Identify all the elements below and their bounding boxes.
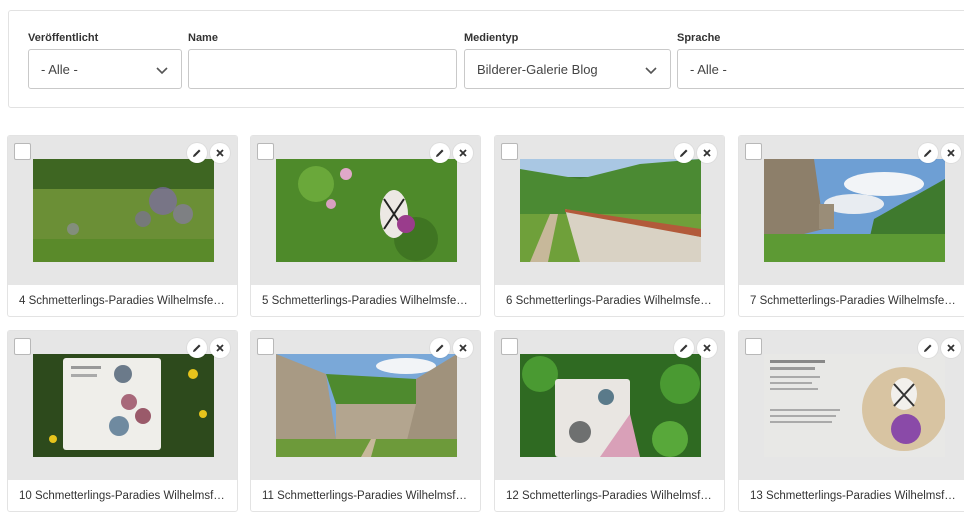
- media-type-value: Bilderer-Galerie Blog: [477, 61, 598, 77]
- meadow-image: [33, 159, 214, 262]
- delete-button[interactable]: [210, 143, 230, 163]
- delete-button[interactable]: [941, 143, 961, 163]
- edit-button[interactable]: [674, 143, 694, 163]
- media-thumbnail[interactable]: [33, 354, 214, 457]
- path-wall-image: [520, 159, 701, 262]
- media-card[interactable]: 13 Schmetterlings-Paradies Wilhelmsfe...: [738, 330, 964, 512]
- close-icon: [947, 149, 955, 157]
- delete-button[interactable]: [210, 338, 230, 358]
- published-value: - Alle -: [41, 61, 78, 77]
- media-thumbnail[interactable]: [520, 354, 701, 457]
- pencil-icon: [924, 149, 932, 157]
- published-label: Veröffentlicht: [28, 32, 99, 44]
- delete-button[interactable]: [697, 143, 717, 163]
- delete-button[interactable]: [697, 338, 717, 358]
- media-type-filter: Medientyp Bilderer-Galerie Blog: [464, 31, 671, 89]
- media-caption: 13 Schmetterlings-Paradies Wilhelmsfe...: [750, 490, 961, 502]
- media-thumbnail[interactable]: [764, 159, 945, 262]
- pencil-icon: [924, 344, 932, 352]
- pencil-icon: [436, 149, 444, 157]
- close-icon: [459, 149, 467, 157]
- edit-button[interactable]: [430, 143, 450, 163]
- edit-button[interactable]: [187, 143, 207, 163]
- published-select[interactable]: - Alle -: [28, 49, 182, 89]
- butterfly-image: [276, 159, 457, 262]
- edit-button[interactable]: [918, 143, 938, 163]
- media-card[interactable]: 12 Schmetterlings-Paradies Wilhelmsfe...: [494, 330, 725, 512]
- media-caption: 12 Schmetterlings-Paradies Wilhelmsfe...: [506, 490, 717, 502]
- media-caption: 11 Schmetterlings-Paradies Wilhelmsfe...: [262, 490, 472, 502]
- media-type-select[interactable]: Bilderer-Galerie Blog: [464, 49, 671, 89]
- select-checkbox[interactable]: [14, 143, 31, 160]
- delete-button[interactable]: [453, 143, 473, 163]
- media-card[interactable]: 6 Schmetterlings-Paradies Wilhelmsfes...: [494, 135, 725, 317]
- published-filter: Veröffentlicht - Alle -: [28, 31, 182, 89]
- media-thumbnail[interactable]: [520, 159, 701, 262]
- pencil-icon: [680, 344, 688, 352]
- edit-button[interactable]: [187, 338, 207, 358]
- language-filter: Sprache - Alle -: [677, 31, 964, 89]
- pencil-icon: [193, 344, 201, 352]
- board-leaves-image: [520, 354, 701, 457]
- close-icon: [947, 344, 955, 352]
- media-caption: 4 Schmetterlings-Paradies Wilhelmsfes...: [19, 295, 229, 307]
- close-icon: [459, 344, 467, 352]
- media-caption: 5 Schmetterlings-Paradies Wilhelmsfes...: [262, 295, 472, 307]
- select-checkbox[interactable]: [501, 143, 518, 160]
- chevron-down-icon: [156, 67, 168, 75]
- pencil-icon: [680, 149, 688, 157]
- language-label: Sprache: [677, 32, 721, 44]
- edit-button[interactable]: [674, 338, 694, 358]
- select-checkbox[interactable]: [257, 143, 274, 160]
- filter-panel: Veröffentlicht - Alle - Name Medientyp B…: [8, 10, 964, 108]
- close-icon: [216, 149, 224, 157]
- name-input[interactable]: [201, 50, 444, 88]
- select-checkbox[interactable]: [257, 338, 274, 355]
- media-card[interactable]: 4 Schmetterlings-Paradies Wilhelmsfes...: [7, 135, 238, 317]
- media-type-label: Medientyp: [464, 32, 519, 44]
- media-caption: 6 Schmetterlings-Paradies Wilhelmsfes...: [506, 295, 716, 307]
- fortress-image: [764, 159, 945, 262]
- media-caption: 10 Schmetterlings-Paradies Wilhelmsfe...: [19, 490, 230, 502]
- close-icon: [703, 149, 711, 157]
- select-checkbox[interactable]: [501, 338, 518, 355]
- edit-button[interactable]: [918, 338, 938, 358]
- select-checkbox[interactable]: [745, 143, 762, 160]
- media-thumbnail[interactable]: [276, 159, 457, 262]
- media-thumbnail[interactable]: [33, 159, 214, 262]
- chevron-down-icon: [645, 67, 657, 75]
- media-card[interactable]: 5 Schmetterlings-Paradies Wilhelmsfes...: [250, 135, 481, 317]
- language-value: - Alle -: [690, 61, 727, 77]
- media-card[interactable]: 10 Schmetterlings-Paradies Wilhelmsfe...: [7, 330, 238, 512]
- select-checkbox[interactable]: [14, 338, 31, 355]
- media-caption: 7 Schmetterlings-Paradies Wilhelmsfes...: [750, 295, 960, 307]
- info-board-image: [33, 354, 214, 457]
- name-filter: Name: [188, 31, 457, 89]
- pencil-icon: [193, 149, 201, 157]
- media-thumbnail[interactable]: [276, 354, 457, 457]
- name-label: Name: [188, 32, 218, 44]
- media-card[interactable]: 11 Schmetterlings-Paradies Wilhelmsfe...: [250, 330, 481, 512]
- solution-board-image: [764, 354, 945, 457]
- edit-button[interactable]: [430, 338, 450, 358]
- select-checkbox[interactable]: [745, 338, 762, 355]
- close-icon: [216, 344, 224, 352]
- media-thumbnail[interactable]: [764, 354, 945, 457]
- delete-button[interactable]: [941, 338, 961, 358]
- media-card[interactable]: 7 Schmetterlings-Paradies Wilhelmsfes...: [738, 135, 964, 317]
- fortress-moat-image: [276, 354, 457, 457]
- name-field[interactable]: [188, 49, 457, 89]
- language-select[interactable]: - Alle -: [677, 49, 964, 89]
- pencil-icon: [436, 344, 444, 352]
- delete-button[interactable]: [453, 338, 473, 358]
- close-icon: [703, 344, 711, 352]
